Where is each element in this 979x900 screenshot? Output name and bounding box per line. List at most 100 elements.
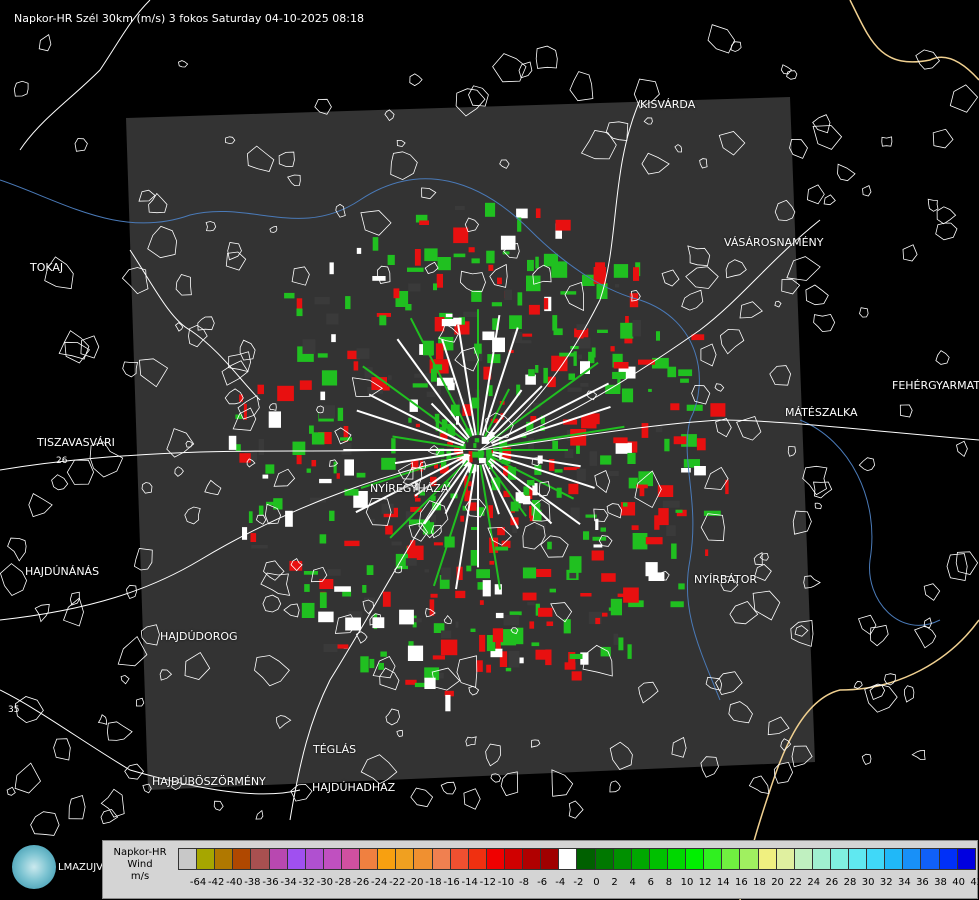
legend-swatch bbox=[304, 848, 324, 870]
radar-echo-cell bbox=[318, 405, 335, 419]
legend-swatches bbox=[178, 848, 976, 870]
settlement-outline bbox=[609, 780, 621, 793]
radar-echo-cell bbox=[569, 556, 582, 573]
provider-logo-icon bbox=[12, 845, 56, 889]
radar-echo-cell bbox=[318, 611, 334, 623]
settlement-outline bbox=[923, 583, 941, 601]
radar-echo-cell bbox=[675, 509, 683, 513]
settlement-outline bbox=[857, 614, 877, 635]
legend-tick-label: -4 bbox=[555, 877, 566, 888]
radar-echo-cell bbox=[302, 339, 316, 354]
radar-echo-cell bbox=[582, 274, 595, 286]
radar-echo-cell bbox=[277, 385, 294, 402]
radar-echo-cell bbox=[408, 641, 414, 646]
radar-echo-cell bbox=[441, 567, 451, 580]
radar-echo-cell bbox=[482, 580, 491, 597]
settlement-outline bbox=[814, 502, 822, 510]
radar-echo-cell bbox=[591, 347, 596, 358]
radar-echo-cell bbox=[491, 302, 502, 307]
radar-echo-cell bbox=[531, 642, 540, 647]
radar-echo-cell bbox=[329, 510, 335, 521]
radar-echo-cell bbox=[470, 550, 478, 566]
radar-echo-cell bbox=[528, 304, 540, 315]
legend-swatch bbox=[884, 848, 904, 870]
radar-echo-cell bbox=[569, 572, 577, 579]
radar-echo-cell bbox=[623, 502, 628, 507]
radar-echo-cell bbox=[522, 567, 537, 579]
city-label-nyirbator: NYÍRBÁTOR bbox=[694, 573, 758, 586]
radar-echo-cell bbox=[455, 621, 459, 628]
radar-echo-cell bbox=[648, 388, 652, 392]
radar-echo-cell bbox=[437, 257, 451, 271]
radar-echo-cell bbox=[406, 545, 424, 560]
radar-echo-cell bbox=[337, 407, 344, 421]
legend-tick-label: 26 bbox=[825, 877, 839, 888]
radar-echo-cell bbox=[543, 298, 549, 310]
settlement-outline bbox=[409, 73, 423, 87]
radar-echo-cell bbox=[393, 288, 400, 299]
radar-echo-cell bbox=[528, 369, 535, 377]
radar-echo-cell bbox=[405, 558, 417, 566]
radar-echo-cell bbox=[551, 261, 568, 278]
city-label-vasarosnameny: VÁSÁROSNAMÉNY bbox=[724, 236, 824, 249]
radar-echo-cell bbox=[613, 362, 629, 369]
radar-echo-cell bbox=[523, 504, 527, 512]
radar-echo-cell bbox=[311, 460, 317, 467]
legend-tick-label: -24 bbox=[370, 877, 388, 888]
legend-swatch bbox=[685, 848, 705, 870]
river-szamos bbox=[799, 419, 941, 626]
radar-echo-cell bbox=[333, 461, 337, 474]
radar-echo-cell bbox=[426, 391, 436, 398]
radar-echo-cell bbox=[509, 611, 522, 616]
radar-echo-cell bbox=[694, 466, 706, 476]
radar-echo-cell bbox=[638, 471, 653, 487]
settlement-outline bbox=[551, 769, 574, 797]
legend-swatch bbox=[413, 848, 433, 870]
radar-echo-cell bbox=[527, 259, 534, 272]
legend-swatch bbox=[286, 848, 306, 870]
radar-map[interactable]: 26 35 bbox=[0, 0, 979, 900]
legend-swatch bbox=[449, 848, 469, 870]
settlement-outline bbox=[13, 80, 29, 97]
radar-echo-cell bbox=[497, 277, 502, 285]
settlement-outline bbox=[805, 284, 829, 306]
radar-echo-cell bbox=[345, 296, 351, 310]
settlement-outline bbox=[780, 64, 793, 75]
legend-title-line: Wind bbox=[127, 859, 153, 870]
radar-echo-cell bbox=[387, 254, 395, 265]
radar-echo-cell bbox=[441, 319, 457, 327]
settlement-outline bbox=[66, 459, 95, 485]
settlement-outline bbox=[915, 49, 941, 70]
radar-echo-cell bbox=[353, 361, 359, 371]
radar-echo-cell bbox=[435, 343, 444, 360]
radar-echo-cell bbox=[319, 534, 327, 544]
settlement-outline bbox=[14, 696, 44, 724]
radar-echo-cell bbox=[366, 565, 374, 575]
legend-tick-label: -26 bbox=[352, 877, 370, 888]
radar-echo-cell bbox=[522, 333, 533, 337]
legend-swatch bbox=[848, 848, 868, 870]
legend-title-line: m/s bbox=[130, 871, 150, 882]
radar-echo-cell bbox=[265, 464, 275, 474]
radar-echo-cell bbox=[633, 267, 640, 281]
radar-echo-cell bbox=[424, 569, 430, 573]
settlement-outline bbox=[0, 563, 28, 597]
settlement-outline bbox=[28, 493, 53, 518]
settlement-outline bbox=[773, 761, 794, 784]
radar-echo-cell bbox=[580, 383, 589, 387]
radar-echo-cell bbox=[242, 527, 248, 540]
legend-swatch bbox=[576, 848, 596, 870]
legend-tick-label: -28 bbox=[334, 877, 352, 888]
radar-echo-cell bbox=[296, 298, 303, 310]
radar-echo-cell bbox=[474, 438, 480, 443]
road-number-35: 35 bbox=[8, 705, 19, 715]
radar-echo-cell bbox=[415, 423, 420, 428]
radar-echo-cell bbox=[538, 607, 553, 617]
map-view[interactable]: 26 35 Napkor-HR Szél 30km (m/s) 3 fokos … bbox=[0, 0, 979, 900]
legend-swatch bbox=[793, 848, 813, 870]
radar-echo-cell bbox=[319, 478, 332, 484]
settlement-outline bbox=[97, 714, 108, 725]
radar-echo-cell bbox=[580, 593, 592, 597]
legend-tick-label: 32 bbox=[879, 877, 893, 888]
legend-swatch bbox=[703, 848, 723, 870]
